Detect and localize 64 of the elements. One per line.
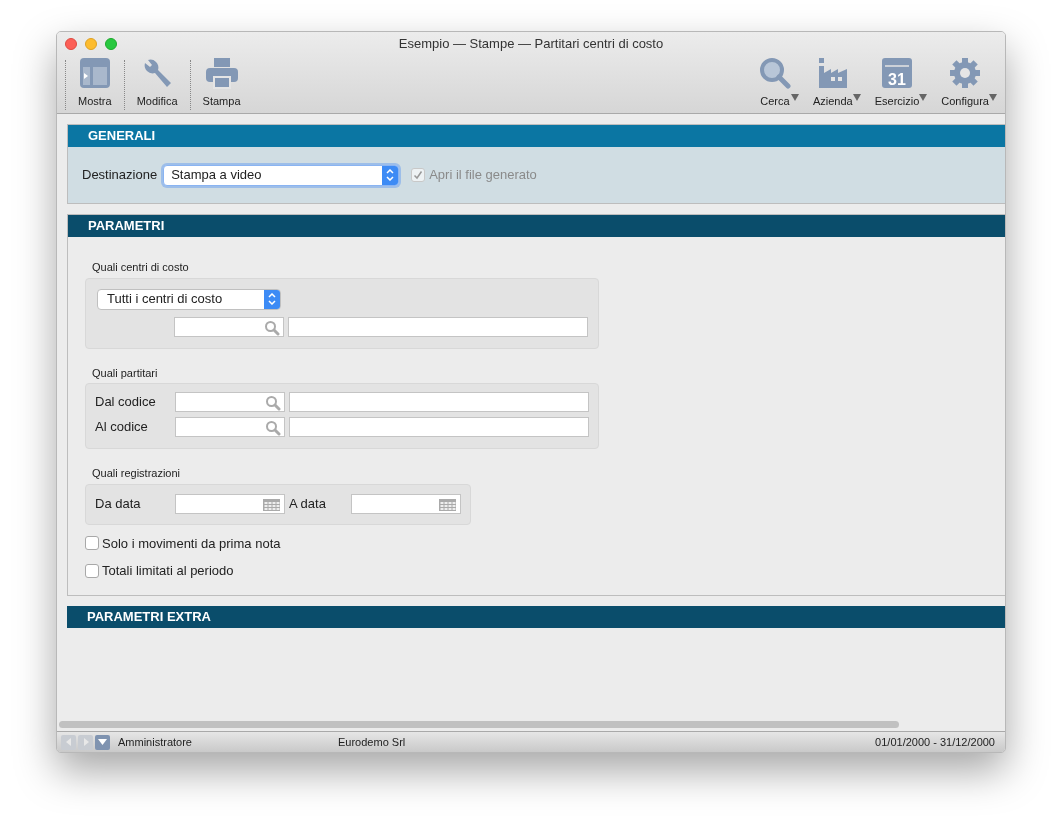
layout-icon bbox=[78, 56, 111, 89]
date-field[interactable] bbox=[175, 494, 285, 514]
code-field[interactable] bbox=[175, 417, 285, 437]
toolbar-button[interactable]: Modifica bbox=[124, 56, 190, 113]
field-label: Al codice bbox=[95, 418, 149, 437]
factory-icon bbox=[816, 56, 849, 89]
group-label: Quali centri di costo bbox=[91, 260, 190, 275]
toolbar-button[interactable]: Mostra bbox=[66, 56, 124, 113]
scrollbar-thumb[interactable] bbox=[59, 720, 899, 728]
group-label: Quali registrazioni bbox=[91, 466, 182, 481]
dropdown-caret-icon bbox=[989, 93, 997, 101]
section-header: PARAMETRI EXTRA bbox=[67, 605, 1005, 628]
dropdown-caret-icon bbox=[852, 93, 861, 101]
calendar-icon bbox=[263, 499, 280, 511]
select-field[interactable]: Stampa a video bbox=[163, 164, 400, 186]
down-triangle-icon bbox=[98, 738, 107, 746]
field-label: Destinazione bbox=[82, 166, 158, 185]
company-name: Eurodemo Srl bbox=[338, 734, 406, 750]
section-header: GENERALI bbox=[68, 125, 1005, 147]
checkbox[interactable] bbox=[85, 536, 99, 551]
left-arrow-icon bbox=[64, 738, 73, 746]
forward-button[interactable] bbox=[78, 734, 93, 750]
search-icon bbox=[265, 395, 281, 411]
zoom-button[interactable] bbox=[105, 38, 117, 50]
select-field[interactable]: Tutti i centri di costo bbox=[97, 288, 281, 310]
window-title: Esempio — Stampe — Partitari centri di costo bbox=[398, 35, 664, 54]
menu-button[interactable] bbox=[95, 734, 110, 750]
field-label: Dal codice bbox=[95, 393, 157, 412]
toolbar-button[interactable]: Stampa bbox=[190, 56, 253, 113]
code-field[interactable] bbox=[175, 392, 285, 412]
search-icon bbox=[264, 319, 280, 336]
checkbox-label: Totali limitati al periodo bbox=[102, 562, 234, 580]
calendar-icon bbox=[439, 499, 456, 511]
toolbar-button[interactable]: Azienda bbox=[812, 56, 853, 113]
search-icon bbox=[758, 56, 791, 89]
dropdown-caret-icon bbox=[919, 93, 928, 101]
gear-icon bbox=[949, 56, 982, 89]
date-field[interactable] bbox=[351, 494, 461, 514]
back-button[interactable] bbox=[61, 734, 76, 750]
close-button[interactable] bbox=[65, 38, 77, 50]
checkbox[interactable] bbox=[85, 563, 99, 578]
checkbox-label: Solo i movimenti da prima nota bbox=[102, 534, 281, 553]
minimize-button[interactable] bbox=[85, 38, 97, 50]
code-field[interactable] bbox=[174, 316, 284, 337]
description-field[interactable] bbox=[289, 417, 589, 437]
toolbar-button[interactable]: 31 Esercizio bbox=[874, 56, 920, 113]
description-field[interactable] bbox=[289, 392, 589, 412]
period-range: 01/01/2000 - 31/12/2000 bbox=[875, 734, 995, 750]
field-label: Da data bbox=[95, 494, 142, 513]
stepper-icon bbox=[268, 293, 276, 305]
right-arrow-icon bbox=[81, 738, 90, 746]
description-field[interactable] bbox=[288, 316, 588, 337]
stepper-icon bbox=[386, 169, 395, 181]
section-header: PARAMETRI bbox=[68, 215, 1005, 237]
calendar-icon: 31 bbox=[881, 56, 913, 89]
group-label: Quali partitari bbox=[91, 365, 159, 381]
toolbar-button[interactable]: Configura bbox=[941, 56, 989, 113]
search-icon bbox=[265, 420, 281, 436]
toolbar-button[interactable]: Cerca bbox=[758, 56, 791, 113]
dropdown-caret-icon bbox=[790, 93, 799, 101]
printer-icon bbox=[204, 56, 239, 89]
checkbox-label: Apri il file generato bbox=[429, 166, 537, 185]
field-label: A data bbox=[288, 495, 327, 514]
user-name: Amministratore bbox=[118, 734, 193, 750]
